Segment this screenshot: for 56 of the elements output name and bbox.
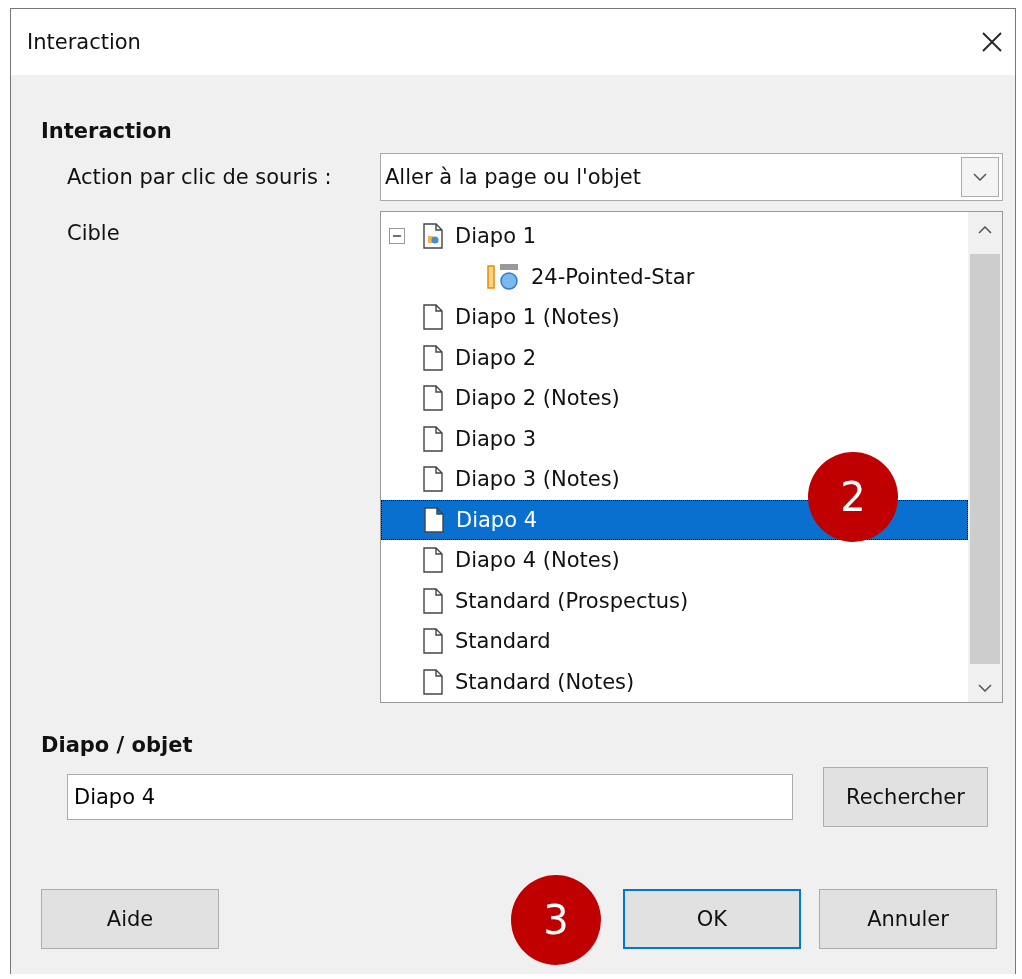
scrollbar[interactable] [968,212,1002,702]
ok-button[interactable]: OK [623,889,801,949]
tree-item-label: Diapo 4 (Notes) [455,548,620,573]
page-icon [423,668,443,695]
dropdown-button[interactable] [961,157,999,197]
tree-item[interactable]: Diapo 1 [381,216,537,257]
collapse-icon[interactable] [389,228,405,245]
page-icon [423,466,443,493]
page-icon [423,385,443,412]
tree-item-label: Standard [455,629,551,654]
step-number-badge: 3 [511,875,601,965]
section-title: Diapo / objet [41,733,194,757]
help-button[interactable]: Aide [41,889,219,949]
page-icon [423,304,443,331]
tree-item[interactable]: Diapo 3 [381,418,537,459]
action-dropdown[interactable]: Aller à la page ou l'objet [380,153,1003,201]
tree-item[interactable]: Diapo 1 (Notes) [381,297,620,338]
tree-item[interactable]: 24-Pointed-Star [381,256,695,297]
tree-item[interactable]: Diapo 4 (Notes) [381,540,620,581]
tree-item[interactable]: Diapo 2 [381,337,537,378]
tree-item-label: Standard (Notes) [455,669,635,694]
section-title: Interaction [41,119,173,143]
tree-item[interactable]: Standard [381,621,551,662]
tree-item-label: Diapo 1 [455,224,537,249]
tree-item[interactable]: Standard (Notes) [381,661,635,702]
page-icon [423,425,443,452]
page-icon [423,587,443,614]
object-name-field[interactable]: Diapo 4 [67,774,793,820]
tree-item[interactable]: Diapo 3 (Notes) [381,459,620,500]
cancel-button[interactable]: Annuler [819,889,997,949]
page-with-shapes-icon [423,223,443,250]
page-icon [423,547,443,574]
tree-item-label: Diapo 3 (Notes) [455,467,620,492]
chevron-up-icon [978,226,992,234]
field-label: Action par clic de souris : [67,165,333,189]
tree-item[interactable]: Diapo 2 (Notes) [381,378,620,419]
tree-item-label: Diapo 4 [456,507,538,532]
window-title: Interaction [27,30,141,54]
field-label: Cible [67,220,121,245]
page-icon [423,344,443,371]
page-icon [423,628,443,655]
tree-item-label: 24-Pointed-Star [531,264,695,289]
tree-item-label: Diapo 1 (Notes) [455,305,620,330]
step-number-badge: 2 [808,452,898,542]
search-button[interactable]: Rechercher [823,767,988,827]
page-icon [424,506,444,533]
chevron-down-icon [973,173,987,181]
tree-item-label: Diapo 3 [455,426,537,451]
close-icon [981,31,1003,53]
tree-item[interactable]: Standard (Prospectus) [381,580,689,621]
tree-item-label: Standard (Prospectus) [455,588,689,613]
tree-item-label: Diapo 2 (Notes) [455,386,620,411]
tree-item-label: Diapo 2 [455,345,537,370]
scrollbar-thumb[interactable] [970,254,1000,664]
shapes-icon [487,262,519,291]
chevron-down-icon [978,684,992,692]
